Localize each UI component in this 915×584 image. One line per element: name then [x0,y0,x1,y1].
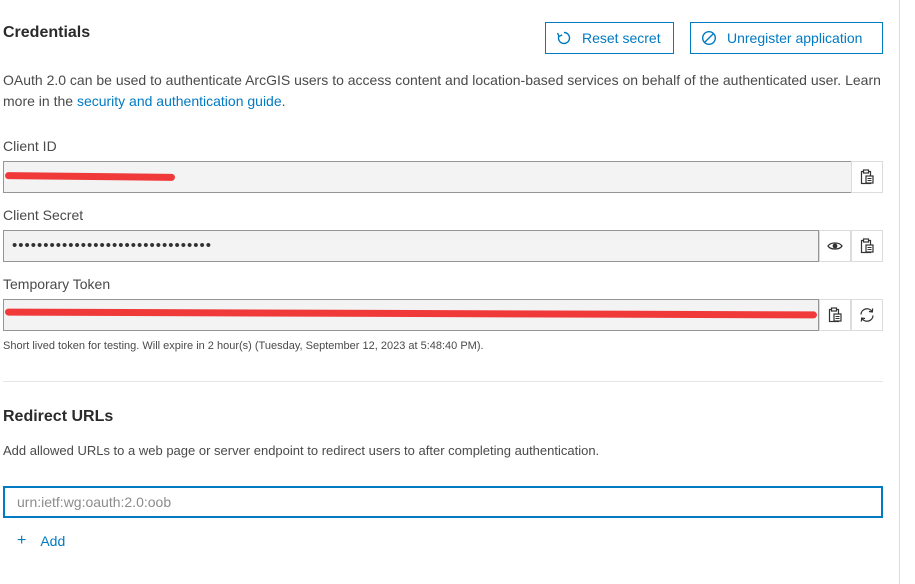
redirect-url-input[interactable] [3,486,883,518]
show-secret-button[interactable] [819,230,851,262]
redirect-urls-description: Add allowed URLs to a web page or server… [3,443,600,458]
eye-icon [827,242,843,250]
page-right-border [899,0,900,584]
oauth-description: OAuth 2.0 can be used to authenticate Ar… [3,70,893,112]
clipboard-icon [828,307,842,323]
unregister-application-button[interactable]: Unregister application [690,22,883,54]
add-redirect-url-label: Add [40,533,66,549]
rotate-icon [556,31,571,45]
copy-secret-button[interactable] [851,230,883,262]
client-secret-label: Client Secret [3,207,84,223]
copy-token-button[interactable] [819,299,851,331]
token-expiry-helper: Short lived token for testing. Will expi… [3,340,484,352]
clipboard-icon [860,169,874,185]
credentials-title: Credentials [3,24,91,41]
section-divider [3,381,883,382]
oauth-description-suffix: . [281,93,286,109]
client-secret-field[interactable]: •••••••••••••••••••••••••••••••• [3,230,819,262]
refresh-icon [860,308,874,322]
client-secret-masked-value: •••••••••••••••••••••••••••••••• [12,237,213,254]
client-id-label: Client ID [3,138,57,154]
prohibit-icon [701,30,717,46]
clipboard-icon [860,238,874,254]
reset-secret-button[interactable]: Reset secret [545,22,674,54]
security-guide-link[interactable]: security and authentication guide [77,93,282,109]
reset-secret-label: Reset secret [582,30,661,46]
copy-client-id-button[interactable] [851,161,883,193]
refresh-token-button[interactable] [851,299,883,331]
temporary-token-label: Temporary Token [3,276,111,292]
plus-icon: + [17,532,27,549]
add-redirect-url-button[interactable]: + Add [17,532,65,550]
unregister-application-label: Unregister application [727,30,863,46]
redirect-urls-title: Redirect URLs [3,408,114,425]
